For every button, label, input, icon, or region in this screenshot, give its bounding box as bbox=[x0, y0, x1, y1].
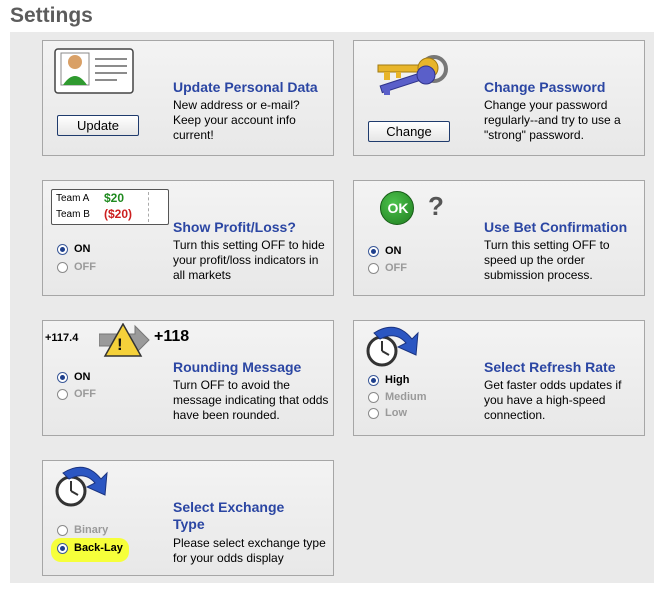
radio-label: Medium bbox=[385, 391, 427, 403]
card-refresh-rate: High Medium Low Select Refresh Rate Get … bbox=[353, 320, 645, 436]
radio-label: OFF bbox=[74, 388, 96, 400]
card-description: Turn this setting OFF to speed up the or… bbox=[484, 238, 610, 282]
question-icon: ? bbox=[428, 191, 444, 221]
card-profit-loss: Team A Team B $20 ($20) ON OFF Show Prof… bbox=[42, 180, 334, 296]
radio-button[interactable] bbox=[368, 245, 379, 257]
radio-back-lay[interactable]: Back-Lay bbox=[57, 542, 123, 554]
radio-button[interactable] bbox=[57, 388, 68, 400]
radio-button[interactable] bbox=[368, 374, 379, 386]
card-bet-confirmation: OK ? ON OFF Use Bet Confirmation Turn th… bbox=[353, 180, 645, 296]
radio-on[interactable]: ON bbox=[57, 371, 91, 383]
radio-binary[interactable]: Binary bbox=[57, 524, 108, 536]
card-title: Update Personal Data bbox=[173, 79, 318, 95]
radio-button[interactable] bbox=[57, 371, 68, 383]
radio-label: ON bbox=[385, 245, 402, 257]
radio-button[interactable] bbox=[57, 542, 68, 554]
profit-loss-icon: Team A Team B $20 ($20) bbox=[51, 189, 169, 225]
radio-button[interactable] bbox=[57, 243, 68, 255]
radio-label: High bbox=[385, 374, 410, 386]
card-title: Change Password bbox=[484, 79, 606, 95]
clock-refresh-icon bbox=[55, 466, 108, 507]
radio-label: OFF bbox=[74, 261, 96, 273]
radio-off[interactable]: OFF bbox=[57, 261, 96, 273]
change-password-button[interactable]: Change bbox=[368, 121, 450, 142]
radio-label: Back-Lay bbox=[74, 542, 123, 554]
radio-off[interactable]: OFF bbox=[57, 388, 96, 400]
card-description: Turn OFF to avoid the message indicating… bbox=[173, 378, 329, 422]
ok-button-icon: OK bbox=[380, 191, 414, 225]
radio-label: Low bbox=[385, 407, 407, 419]
card-title: Rounding Message bbox=[173, 359, 302, 375]
keys-icon bbox=[377, 55, 448, 95]
radio-label: Binary bbox=[74, 524, 109, 536]
radio-button[interactable] bbox=[368, 262, 379, 274]
card-description: Change your password regularly--and try … bbox=[484, 98, 621, 142]
loss-value: ($20) bbox=[104, 207, 133, 221]
id-card-icon bbox=[54, 48, 134, 94]
card-description: New address or e-mail? Keep your account… bbox=[173, 98, 300, 142]
radio-off[interactable]: OFF bbox=[368, 262, 407, 274]
profit-value: $20 bbox=[104, 191, 125, 205]
card-title: Select Refresh Rate bbox=[484, 359, 616, 375]
radio-button[interactable] bbox=[368, 391, 379, 403]
card-title: Select Exchange Type bbox=[173, 499, 285, 532]
card-rounding-message: +117.4 ! +118 ON OFF Rounding Message Tu… bbox=[42, 320, 334, 436]
radio-label: OFF bbox=[385, 262, 407, 274]
odds-to-label: +118 bbox=[154, 328, 190, 345]
card-description: Turn this setting OFF to hide your profi… bbox=[173, 238, 325, 282]
team-a-label: Team A bbox=[56, 193, 90, 204]
card-description: Please select exchange type for your odd… bbox=[173, 536, 326, 565]
radio-label: ON bbox=[74, 371, 91, 383]
card-change-password: Change Change Password Change your passw… bbox=[353, 40, 645, 156]
radio-button[interactable] bbox=[57, 524, 68, 536]
radio-button[interactable] bbox=[57, 261, 68, 273]
radio-high[interactable]: High bbox=[368, 374, 409, 386]
radio-on[interactable]: ON bbox=[368, 245, 402, 257]
radio-button[interactable] bbox=[368, 407, 379, 419]
card-title: Show Profit/Loss? bbox=[173, 219, 296, 235]
clock-refresh-icon bbox=[366, 326, 419, 367]
ok-label: OK bbox=[387, 200, 409, 216]
radio-label: ON bbox=[74, 243, 91, 255]
radio-on[interactable]: ON bbox=[57, 243, 91, 255]
radio-medium[interactable]: Medium bbox=[368, 391, 427, 403]
warning-icon: ! bbox=[117, 335, 123, 354]
card-personal-data: Update Update Personal Data New address … bbox=[42, 40, 334, 156]
page-title: Settings bbox=[10, 4, 93, 27]
card-title: Use Bet Confirmation bbox=[484, 219, 628, 235]
radio-low[interactable]: Low bbox=[368, 407, 407, 419]
team-b-label: Team B bbox=[56, 209, 90, 220]
card-description: Get faster odds updates if you have a hi… bbox=[484, 378, 622, 422]
card-exchange-type: Binary Back-Lay Select Exchange Type Ple… bbox=[42, 460, 334, 576]
odds-from-label: +117.4 bbox=[45, 332, 79, 344]
rounding-arrow-icon bbox=[99, 323, 150, 357]
update-button[interactable]: Update bbox=[57, 115, 139, 136]
